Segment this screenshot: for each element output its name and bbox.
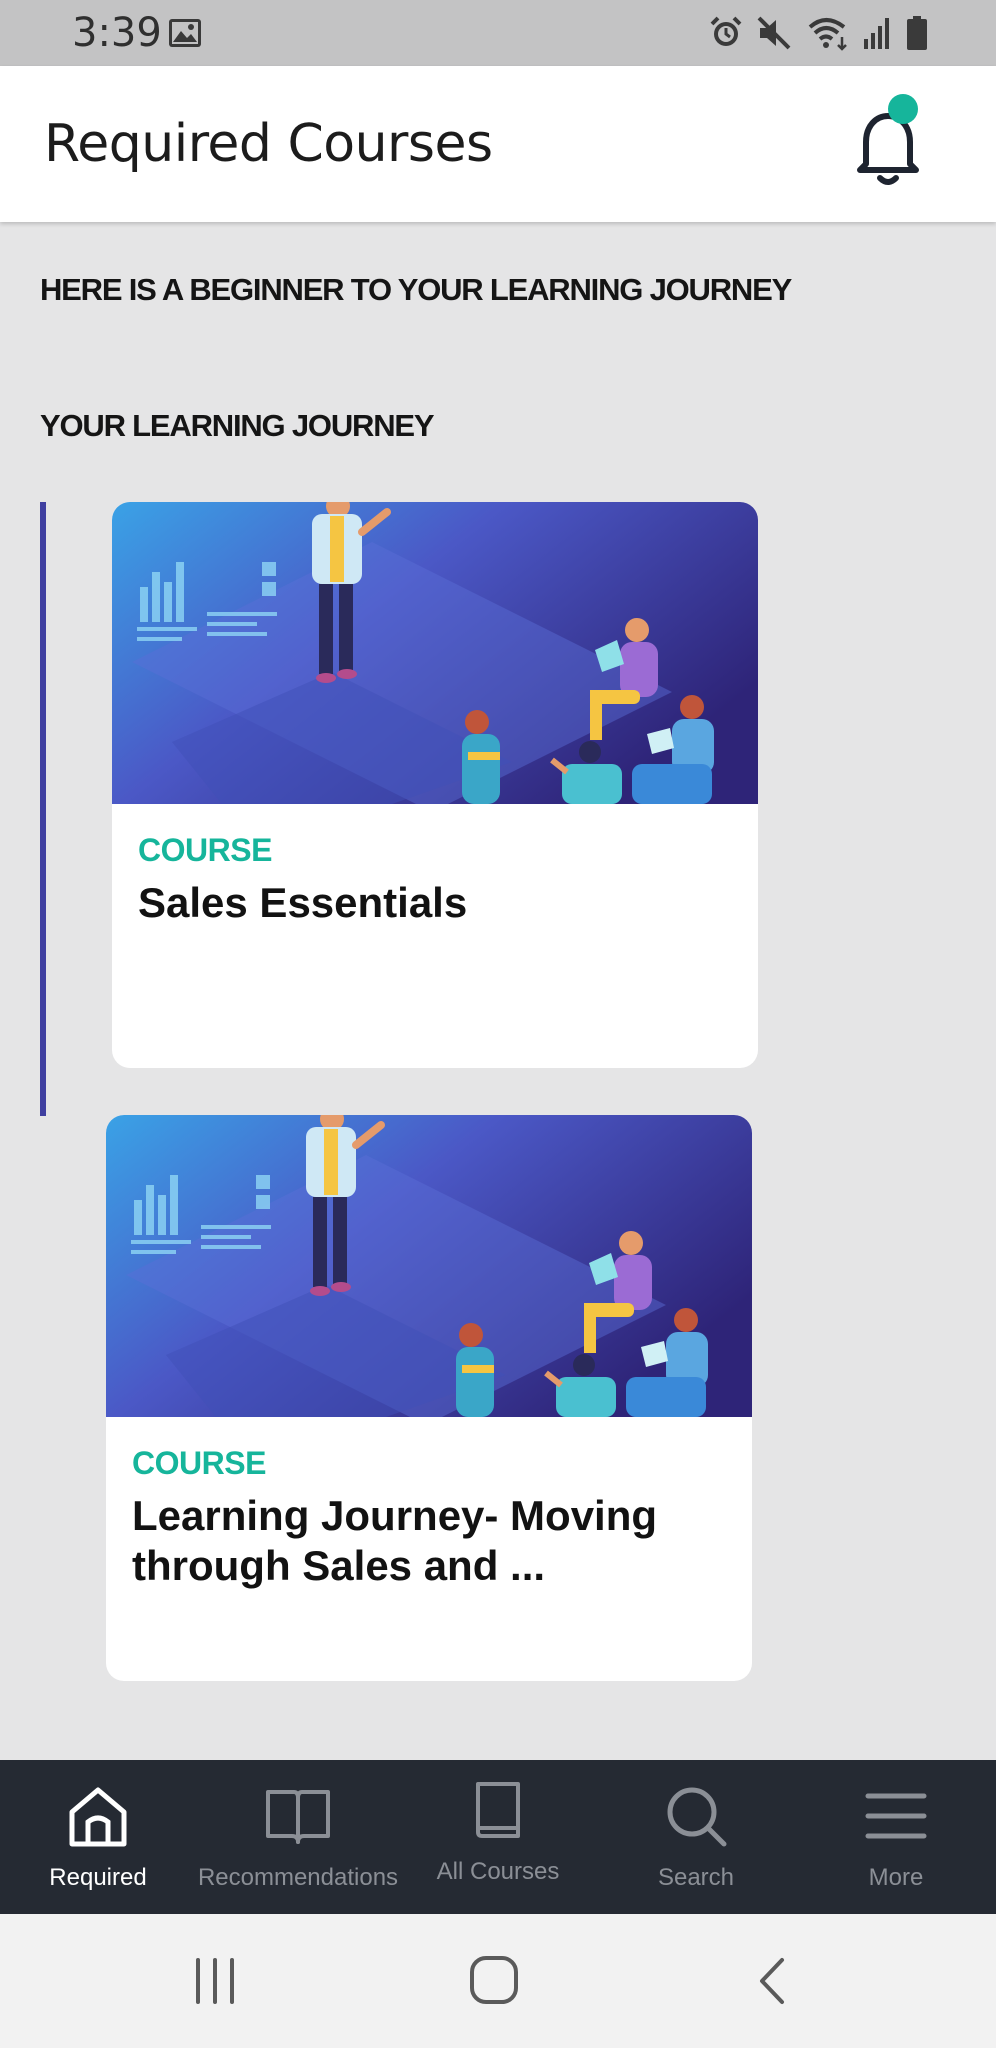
book-open-icon (266, 1790, 330, 1844)
nav-item-more[interactable]: More (828, 1760, 964, 1914)
nav-item-recommendations[interactable]: Recommendations (196, 1760, 400, 1914)
status-bar: 3:39 (0, 0, 996, 66)
status-time: 3:39 (72, 10, 162, 56)
nav-item-required[interactable]: Required (30, 1760, 166, 1914)
nav-label: More (868, 1864, 924, 1891)
course-card[interactable]: COURSE Learning Journey- Moving through … (106, 1115, 752, 1681)
image-icon (169, 19, 201, 47)
system-navigation-bar (0, 1914, 996, 2048)
course-type-label: COURSE (132, 1445, 266, 1481)
signal-icon (864, 18, 889, 49)
journey-heading: YOUR LEARNING JOURNEY (40, 408, 435, 443)
alarm-icon (710, 16, 742, 46)
nav-label: All Courses (436, 1858, 560, 1885)
mute-icon (757, 16, 791, 50)
course-card[interactable]: COURSE Sales Essentials (112, 502, 758, 1068)
course-illustration (112, 502, 758, 804)
home-button-icon[interactable] (468, 1954, 520, 2006)
nav-item-all-courses[interactable]: All Courses (430, 1760, 566, 1914)
page-title: Required Courses (44, 114, 493, 174)
menu-icon (865, 1793, 927, 1839)
course-illustration (106, 1115, 752, 1417)
battery-icon (907, 16, 927, 50)
recents-icon[interactable] (190, 1956, 240, 2006)
journey-timeline-line (40, 502, 46, 1116)
search-icon (667, 1787, 727, 1847)
book-icon (476, 1782, 520, 1838)
back-icon[interactable] (752, 1956, 792, 2006)
nav-label: Recommendations (197, 1864, 399, 1891)
course-title: Sales Essentials (138, 879, 468, 926)
nav-label: Search (657, 1864, 735, 1891)
course-type-label: COURSE (138, 832, 272, 868)
app-bar: Required Courses (0, 66, 996, 222)
nav-item-search[interactable]: Search (628, 1760, 764, 1914)
notification-badge (888, 94, 918, 124)
status-icons (708, 14, 928, 52)
home-icon (69, 1787, 127, 1847)
intro-heading: HERE IS A BEGINNER TO YOUR LEARNING JOUR… (40, 272, 792, 307)
course-title: Learning Journey- Moving through Sales a… (132, 1492, 658, 1589)
wifi-icon (808, 18, 847, 51)
bottom-navigation: Required Recommendations All Courses Sea… (0, 1760, 996, 1914)
nav-label: Required (49, 1864, 147, 1891)
